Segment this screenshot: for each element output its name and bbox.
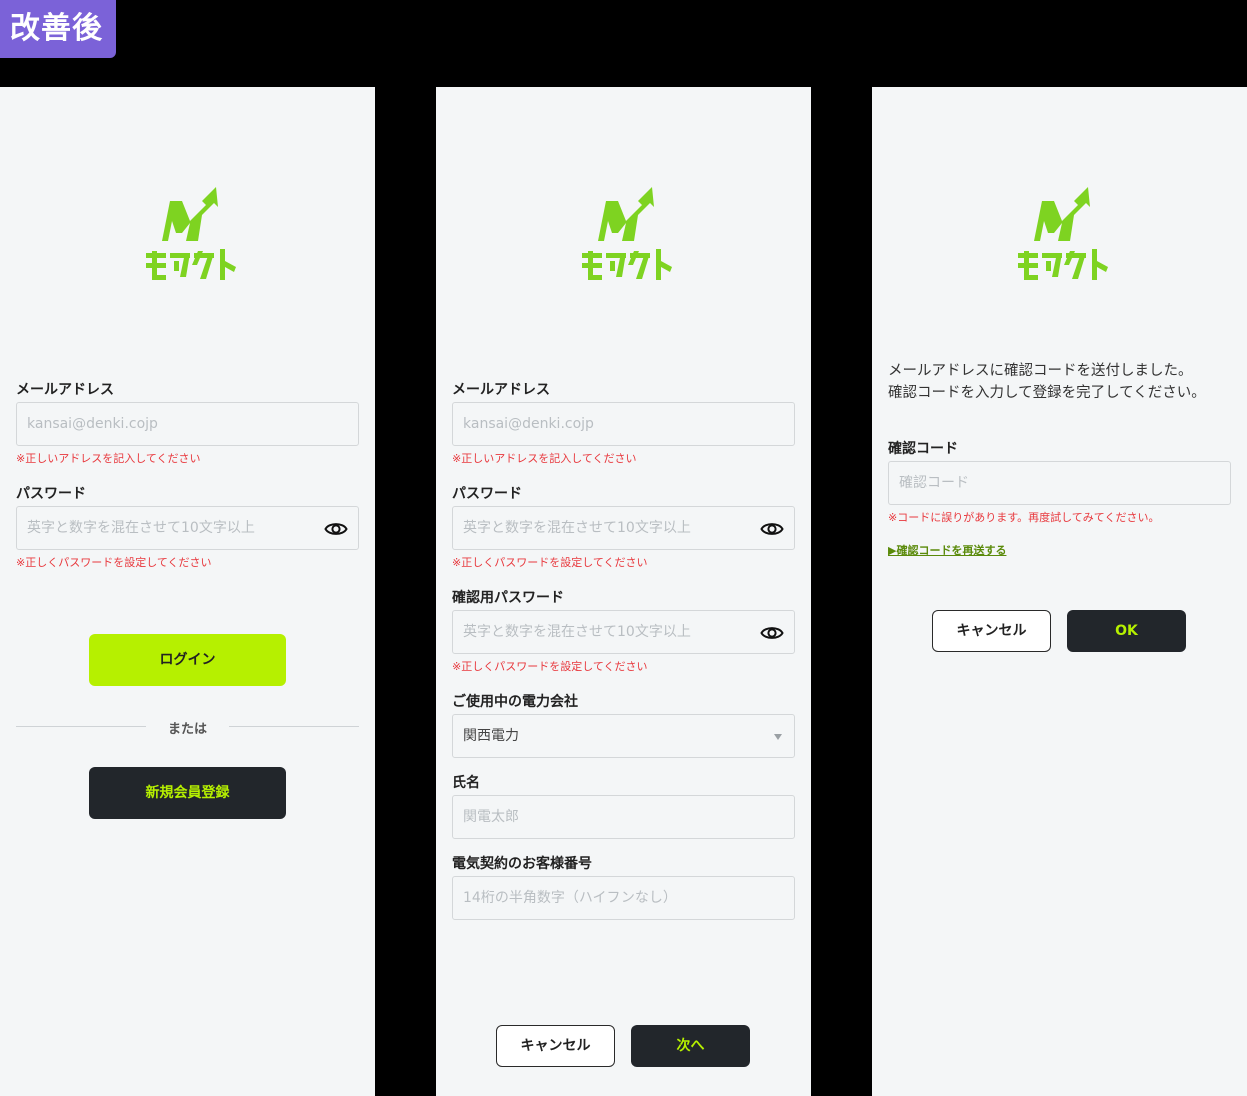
password-input[interactable]: 英字と数字を混在させて10文字以上	[16, 506, 359, 550]
verification-message-line2: 確認コードを入力して登録を完了してください。	[888, 385, 1206, 401]
register-button[interactable]: 新規会員登録	[89, 767, 286, 819]
code-input[interactable]: 確認コード	[888, 461, 1231, 505]
verification-message-line1: メールアドレスに確認コードを送付しました。	[888, 363, 1193, 379]
email-error: ※正しいアドレスを記入してください	[452, 452, 637, 465]
verification-message: メールアドレスに確認コードを送付しました。 確認コードを入力して登録を完了してく…	[888, 360, 1206, 404]
ok-button[interactable]: OK	[1067, 610, 1186, 652]
name-label: 氏名	[452, 775, 480, 791]
confirm-password-label: 確認用パスワード	[452, 590, 564, 606]
email-label: メールアドレス	[16, 382, 114, 398]
login-screen: メールアドレス kansai@denki.cojp ※正しいアドレスを記入してく…	[0, 87, 375, 1096]
code-placeholder: 確認コード	[899, 475, 969, 491]
customer-number-input[interactable]: 14桁の半角数字（ハイフンなし）	[452, 876, 795, 920]
cancel-button[interactable]: キャンセル	[932, 610, 1051, 652]
cancel-button[interactable]: キャンセル	[496, 1025, 615, 1067]
customer-number-label: 電気契約のお客様番号	[452, 856, 592, 872]
password-label: パスワード	[452, 486, 522, 502]
name-placeholder: 関電太郎	[463, 809, 519, 825]
password-input[interactable]: 英字と数字を混在させて10文字以上	[452, 506, 795, 550]
divider-right	[229, 726, 359, 727]
moact-logo	[576, 185, 676, 285]
company-value: 関西電力	[463, 728, 519, 744]
email-label: メールアドレス	[452, 382, 550, 398]
after-improvement-badge: 改善後	[0, 0, 116, 58]
or-text: または	[167, 722, 207, 737]
company-select[interactable]: 関西電力	[452, 714, 795, 758]
confirm-password-placeholder: 英字と数字を混在させて10文字以上	[463, 624, 691, 640]
moact-logo	[1012, 185, 1112, 285]
verification-screen: メールアドレスに確認コードを送付しました。 確認コードを入力して登録を完了してく…	[872, 87, 1247, 1096]
password-error: ※正しくパスワードを設定してください	[16, 556, 212, 569]
email-error: ※正しいアドレスを記入してください	[16, 452, 201, 465]
eye-icon[interactable]	[760, 621, 784, 645]
moact-logo	[140, 185, 240, 285]
login-button[interactable]: ログイン	[89, 634, 286, 686]
customer-number-placeholder: 14桁の半角数字（ハイフンなし）	[463, 890, 677, 906]
eye-icon[interactable]	[760, 517, 784, 541]
code-label: 確認コード	[888, 441, 958, 457]
confirm-password-error: ※正しくパスワードを設定してください	[452, 660, 648, 673]
resend-code-link[interactable]: ▶確認コードを再送する	[888, 542, 1006, 558]
password-error: ※正しくパスワードを設定してください	[452, 556, 648, 569]
company-label: ご使用中の電力会社	[452, 694, 578, 710]
email-placeholder: kansai@denki.cojp	[27, 416, 158, 432]
email-input[interactable]: kansai@denki.cojp	[452, 402, 795, 446]
password-placeholder: 英字と数字を混在させて10文字以上	[27, 520, 255, 536]
registration-screen: メールアドレス kansai@denki.cojp ※正しいアドレスを記入してく…	[436, 87, 811, 1096]
email-input[interactable]: kansai@denki.cojp	[16, 402, 359, 446]
next-button[interactable]: 次へ	[631, 1025, 750, 1067]
chevron-down-icon	[774, 734, 782, 740]
code-error: ※コードに誤りがあります。再度試してみてください。	[888, 511, 1160, 524]
password-label: パスワード	[16, 486, 86, 502]
eye-icon[interactable]	[324, 517, 348, 541]
name-input[interactable]: 関電太郎	[452, 795, 795, 839]
email-placeholder: kansai@denki.cojp	[463, 416, 594, 432]
confirm-password-input[interactable]: 英字と数字を混在させて10文字以上	[452, 610, 795, 654]
password-placeholder: 英字と数字を混在させて10文字以上	[463, 520, 691, 536]
